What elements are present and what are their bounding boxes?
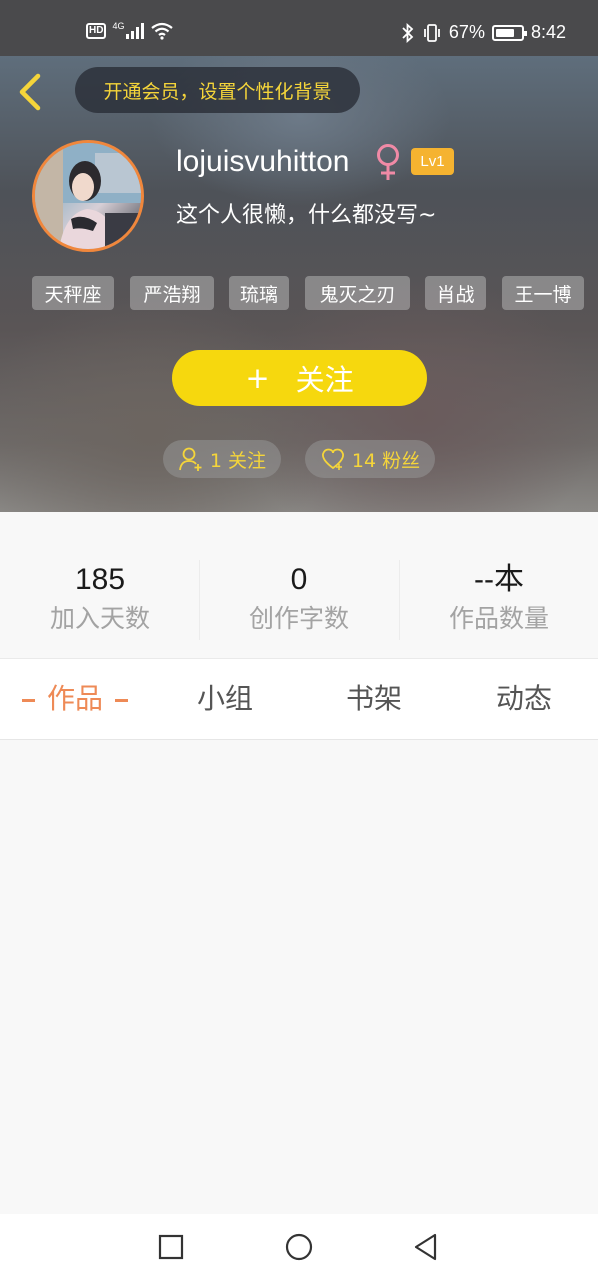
active-tab-indicator [115,698,128,702]
tag-item[interactable]: 鬼灭之刃 [305,276,410,310]
fans-count[interactable]: 14 粉丝 [305,440,435,478]
following-label: 1 关注 [209,449,267,472]
follow-button[interactable]: + 关注 [172,350,427,406]
follow-button-label: 关注 [295,363,354,397]
bio: 这个人很懒，什么都没写~ [176,203,437,228]
tag-item[interactable]: 王一博 [502,276,584,310]
active-tab-indicator [21,698,35,702]
level-badge: Lv1 [411,148,454,175]
fans-label: 14 粉丝 [351,449,421,472]
back-triangle-icon[interactable] [411,1232,441,1262]
tab-activity[interactable]: 动态 [449,681,598,717]
battery-icon [491,24,527,41]
female-gender-icon [377,144,399,180]
network-indicators: HD 4G [86,21,174,40]
profile-header: 开通会员，设置个性化背景 lojuisvuhitton Lv1 这个人很懒，什么… [0,56,598,512]
stat-label: 加入天数 [49,604,150,633]
tab-groups[interactable]: 小组 [150,681,300,717]
avatar-photo [35,143,141,249]
chevron-left-icon[interactable] [16,72,46,112]
profile-tabs: 作品 小组 书架 动态 [0,658,598,740]
stat-value: 0 [290,563,308,596]
vip-background-button[interactable]: 开通会员，设置个性化背景 [75,67,360,113]
tag-item[interactable]: 天秤座 [32,276,114,310]
tag-item[interactable]: 肖战 [425,276,486,310]
stats-row: 185 加入天数 0 创作字数 --本 作品数量 [0,512,598,658]
vibrate-icon [424,23,440,42]
tab-label: 作品 [46,682,103,715]
stat-value: 185 [74,563,126,596]
stat-label: 创作字数 [248,604,349,633]
recents-square-icon[interactable] [156,1232,186,1262]
username: lojuisvuhitton [176,145,350,178]
heart-icon [321,448,344,470]
tab-content-area [0,740,598,1214]
stat-value: --本 [474,563,524,596]
wifi-icon [151,22,174,40]
stat-word-count: 0 创作字数 [199,560,399,635]
stat-works-count: --本 作品数量 [399,560,598,635]
system-nav-bar [0,1214,598,1280]
hd-badge: HD [86,23,107,39]
tab-works[interactable]: 作品 [0,681,150,717]
plus-icon: + [245,361,270,395]
stat-label: 作品数量 [448,604,549,633]
tab-bookshelf[interactable]: 书架 [299,681,449,717]
status-bar: HD 4G 67% 8:42 [0,0,598,56]
network-type: 4G [112,21,125,31]
stat-join-days: 185 加入天数 [0,560,200,635]
battery-percent: 67% [448,22,485,42]
tag-item[interactable]: 严浩翔 [130,276,214,310]
signal-icon [126,23,145,39]
home-circle-icon[interactable] [284,1232,314,1262]
system-indicators: 67% 8:42 [401,22,566,43]
user-add-icon [179,447,202,471]
tag-item[interactable]: 琉璃 [229,276,289,310]
clock: 8:42 [530,22,566,42]
avatar[interactable] [32,140,144,252]
bluetooth-icon [402,22,414,43]
following-count[interactable]: 1 关注 [163,440,281,478]
